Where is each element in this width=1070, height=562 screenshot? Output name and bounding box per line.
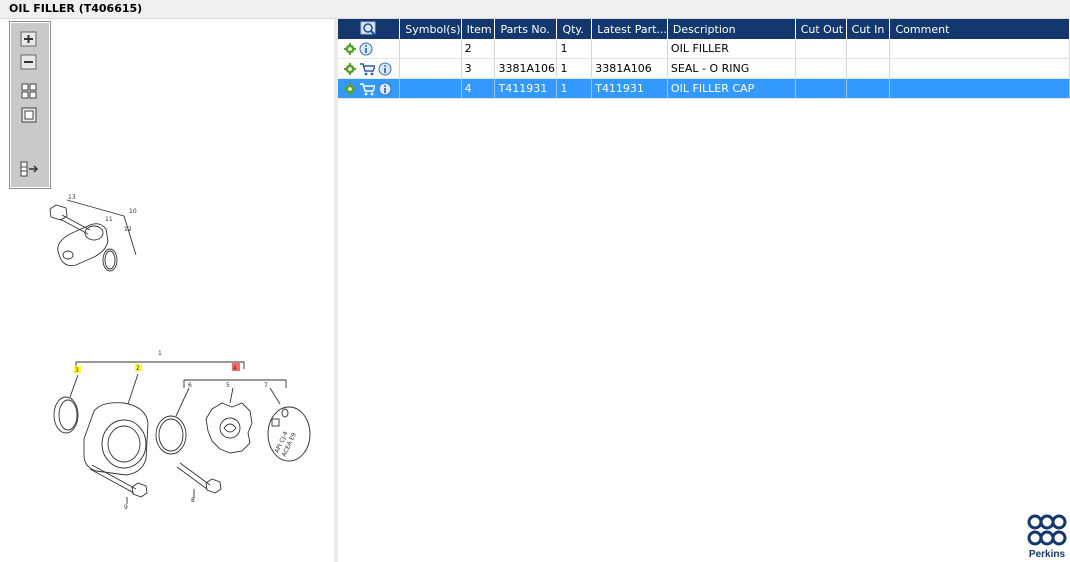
- cell-parts-no: [494, 39, 558, 59]
- cell-latest-part: [591, 39, 668, 59]
- oil-filler-cap-5: [205, 402, 253, 454]
- cell-cut-in: [846, 39, 891, 59]
- cell-cut-in: [846, 58, 891, 79]
- table-row[interactable]: 3 3381A106 1 3381A106 SEAL - O RING: [338, 58, 1070, 79]
- gear-icon[interactable]: [344, 62, 356, 75]
- column-header-parts-no[interactable]: Parts No.: [494, 19, 558, 39]
- logo-text: Perkins: [1028, 549, 1066, 560]
- zoom-out-button[interactable]: [18, 53, 40, 71]
- header-search-cell[interactable]: [338, 19, 401, 39]
- zoom-in-button[interactable]: [18, 30, 40, 48]
- filler-housing-2: [83, 402, 149, 476]
- fit-all-button[interactable]: [18, 82, 40, 100]
- fit-window-button[interactable]: [18, 106, 40, 124]
- column-header-qty[interactable]: Qty.: [556, 19, 593, 39]
- callout-11[interactable]: 11: [105, 216, 113, 223]
- cell-description: OIL FILLER CAP: [667, 78, 796, 99]
- column-header-cut-out[interactable]: Cut Out: [795, 19, 847, 39]
- cell-comment: [889, 58, 1070, 79]
- cell-item: 3: [461, 58, 496, 79]
- bolt-13: [49, 204, 68, 221]
- callout-bracket: [75, 361, 245, 369]
- column-header-symbols[interactable]: Symbol(s): [399, 19, 462, 39]
- cell-symbol: [399, 39, 462, 59]
- gear-icon[interactable]: [344, 82, 356, 95]
- callout-8[interactable]: 8: [191, 497, 195, 504]
- cell-item: 2: [461, 39, 496, 59]
- callout-1[interactable]: 1: [158, 350, 162, 357]
- cell-qty: 1: [556, 78, 593, 99]
- callout-4[interactable]: 4: [233, 365, 237, 372]
- callout-7[interactable]: 7: [264, 382, 268, 389]
- table-row[interactable]: 2 1 OIL FILLER: [338, 39, 1070, 59]
- window-title: OIL FILLER (T406615): [9, 2, 143, 15]
- diagram-pane[interactable]: 13 10 11 12 1 3 2 4 6 5 7 9 8 API CJ-4 A…: [4, 19, 335, 562]
- column-header-item[interactable]: Item: [461, 19, 496, 39]
- cell-cut-in: [846, 78, 891, 99]
- filler-housing-upper: [57, 223, 109, 267]
- cell-latest-part: 3381A106: [591, 58, 668, 79]
- column-header-cut-in[interactable]: Cut In: [846, 19, 891, 39]
- layout-toggle-button[interactable]: [18, 160, 40, 178]
- cart-icon[interactable]: [359, 62, 375, 76]
- cell-item: 4: [461, 78, 496, 99]
- cell-qty: 1: [556, 39, 593, 59]
- callout-10[interactable]: 10: [129, 208, 137, 215]
- exploded-diagram[interactable]: 13 10 11 12 1 3 2 4 6 5 7 9 8 API CJ-4 A…: [4, 19, 334, 562]
- callout-6[interactable]: 6: [188, 382, 192, 389]
- info-icon[interactable]: [378, 62, 392, 76]
- zoom-toolbar: [9, 21, 51, 189]
- info-icon[interactable]: [378, 82, 392, 96]
- cell-cut-out: [795, 58, 847, 79]
- bolt-8: [176, 462, 211, 490]
- cell-latest-part: T411931: [591, 78, 668, 99]
- column-header-comment[interactable]: Comment: [889, 19, 1070, 39]
- cell-symbol: [399, 78, 462, 99]
- grid-header-row: Symbol(s) Item Parts No. Qty. Latest Par…: [338, 19, 1070, 39]
- row-icons-cell: [338, 58, 401, 79]
- o-ring-6: [155, 415, 187, 455]
- row-icons-cell: [338, 78, 401, 99]
- gear-icon[interactable]: [344, 42, 356, 55]
- callout-12[interactable]: 12: [124, 226, 132, 233]
- leader-line: [66, 199, 125, 217]
- cell-parts-no: T411931: [494, 78, 558, 99]
- cell-symbol: [399, 58, 462, 79]
- column-header-latest-part[interactable]: Latest Part...: [591, 19, 668, 39]
- perkins-logo-mark: [1027, 514, 1067, 546]
- zoom-in-icon: [20, 31, 37, 47]
- cell-comment: [889, 39, 1070, 59]
- fit-all-icon: [21, 83, 37, 99]
- zoom-out-icon: [20, 54, 37, 70]
- row-icons-cell: [338, 39, 401, 59]
- callout-3[interactable]: 3: [75, 367, 79, 374]
- callout-5[interactable]: 5: [226, 382, 230, 389]
- callout-9[interactable]: 9: [124, 504, 128, 511]
- fit-window-icon: [21, 107, 37, 123]
- cell-description: OIL FILLER: [667, 39, 796, 59]
- ring-3: [53, 396, 79, 434]
- info-icon[interactable]: [359, 42, 373, 56]
- parts-grid: Symbol(s) Item Parts No. Qty. Latest Par…: [338, 19, 1070, 562]
- callout-2[interactable]: 2: [136, 365, 140, 372]
- cell-qty: 1: [556, 58, 593, 79]
- title-bar: OIL FILLER (T406615): [0, 0, 1070, 19]
- cell-description: SEAL - O RING: [667, 58, 796, 79]
- cart-icon[interactable]: [359, 82, 375, 96]
- layout-toggle-icon: [20, 161, 39, 177]
- cell-parts-no: 3381A106: [494, 58, 558, 79]
- cell-comment: [889, 78, 1070, 99]
- perkins-logo: Perkins: [1026, 514, 1068, 560]
- column-header-description[interactable]: Description: [667, 19, 796, 39]
- table-row-selected[interactable]: 4 T411931 1 T411931 OIL FILLER CAP: [338, 78, 1070, 99]
- callout-13[interactable]: 13: [68, 194, 76, 201]
- cell-cut-out: [795, 78, 847, 99]
- search-icon: [360, 21, 376, 36]
- bolt-9: [89, 464, 137, 494]
- cell-cut-out: [795, 39, 847, 59]
